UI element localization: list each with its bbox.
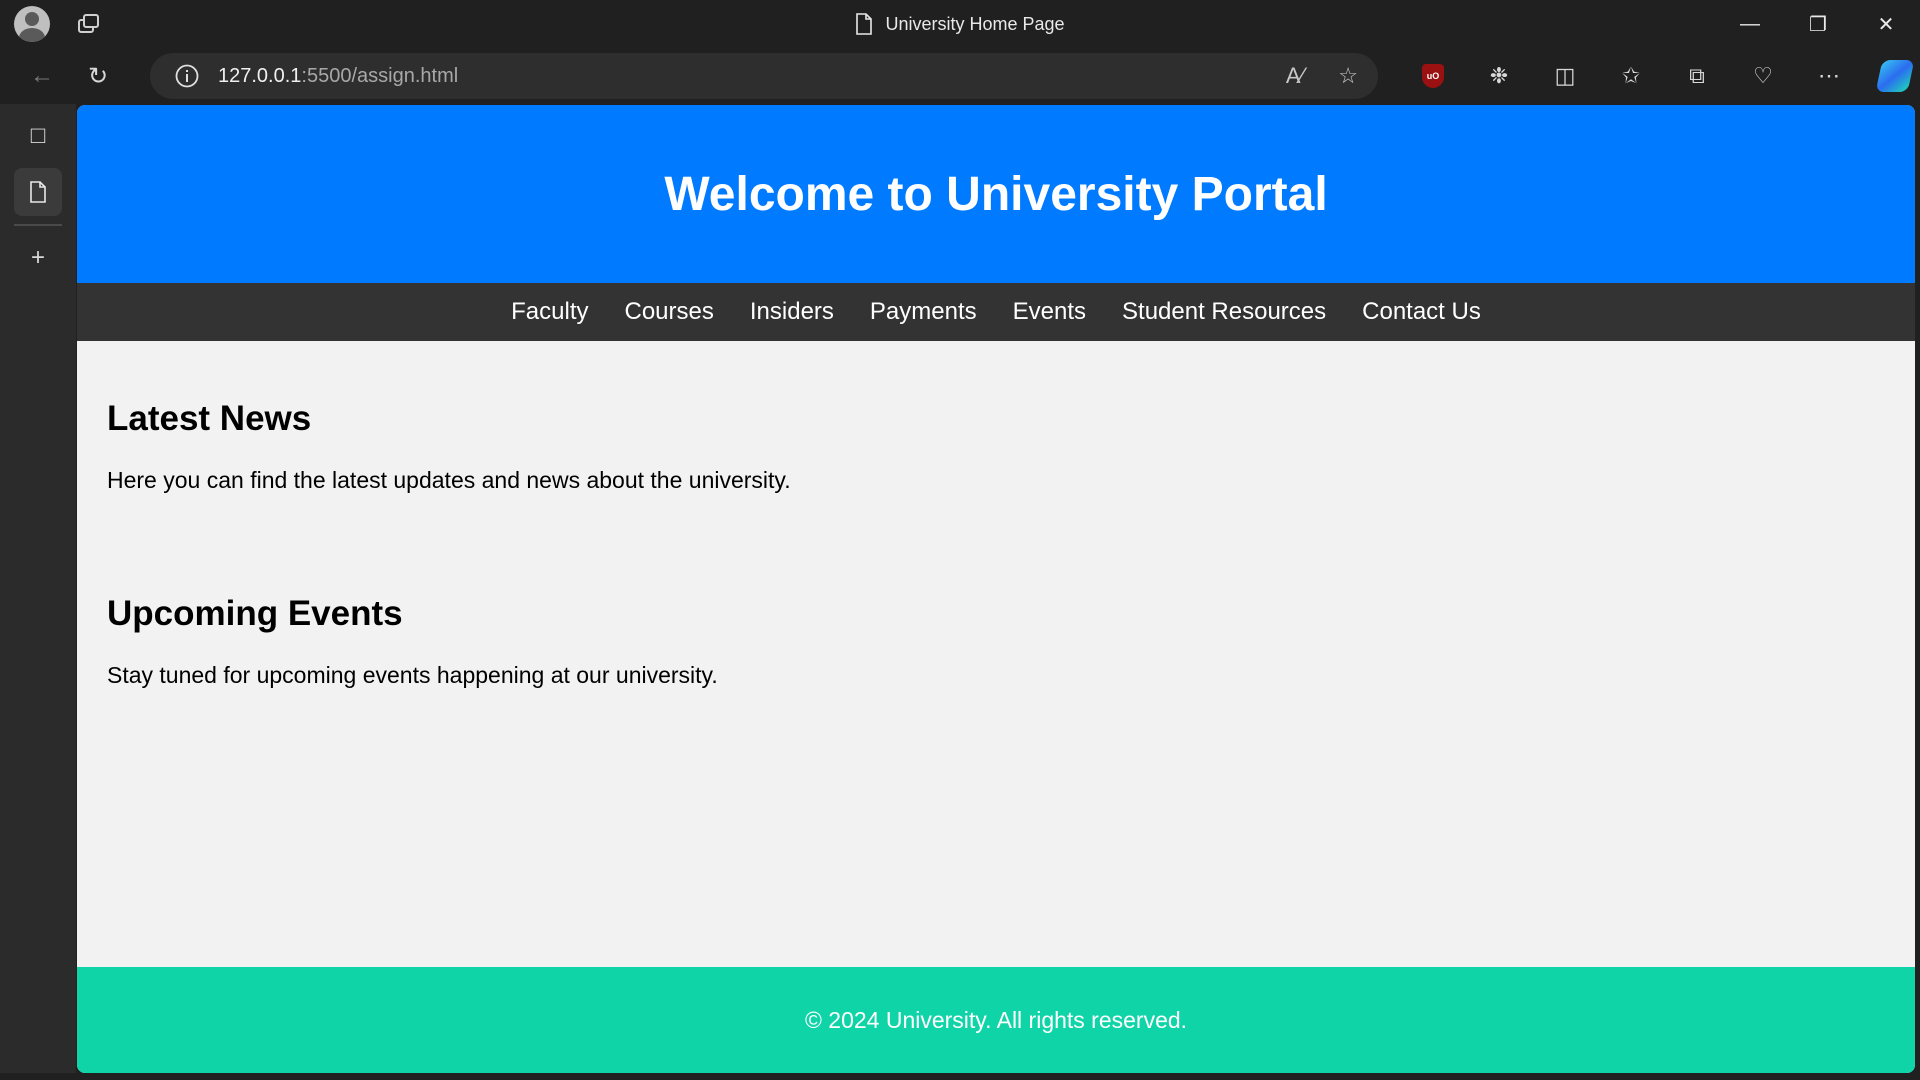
nav-link-student-resources[interactable]: Student Resources	[1104, 298, 1344, 326]
favorite-star-icon[interactable]: ☆	[1338, 63, 1358, 89]
section-heading: Upcoming Events	[107, 594, 403, 633]
browser-essentials-icon[interactable]: ♡	[1730, 48, 1796, 104]
minimize-button[interactable]: —	[1716, 0, 1784, 48]
close-button[interactable]: ✕	[1852, 0, 1920, 48]
upcoming-events-section: Upcoming Events Stay tuned for upcoming …	[107, 594, 1885, 689]
nav-link-insiders[interactable]: Insiders	[732, 298, 852, 326]
title-bar: University Home Page — ❐ ✕	[0, 0, 1920, 48]
address-bar[interactable]: 127.0.0.1:5500/assign.html A⁄ ☆	[150, 53, 1378, 99]
window-title: University Home Page	[0, 0, 1920, 48]
window-title-text: University Home Page	[885, 13, 1065, 34]
nav-link-faculty[interactable]: Faculty	[493, 298, 606, 326]
extensions-puzzle-icon[interactable]: ❉	[1466, 48, 1532, 104]
profile-avatar-icon[interactable]	[14, 6, 50, 42]
back-button[interactable]: ←	[16, 50, 68, 102]
latest-news-section: Latest News Here you can find the latest…	[107, 399, 1885, 494]
url-host: 127.0.0.1	[218, 64, 302, 87]
page-icon	[30, 181, 46, 203]
nav-link-payments[interactable]: Payments	[852, 298, 995, 326]
vertical-tabs-sidebar: □ +	[0, 104, 76, 1080]
page-icon	[856, 13, 873, 35]
copilot-icon[interactable]	[1862, 48, 1920, 104]
site-info-icon[interactable]	[174, 63, 200, 89]
page-viewport: Welcome to University Portal Faculty Cou…	[77, 105, 1915, 1073]
url-path: :5500/assign.html	[301, 64, 459, 87]
collections-icon[interactable]: ⧉	[1664, 48, 1730, 104]
nav-link-contact-us[interactable]: Contact Us	[1344, 298, 1499, 326]
nav-link-courses[interactable]: Courses	[607, 298, 732, 326]
main-content: Latest News Here you can find the latest…	[77, 341, 1915, 689]
more-menu-icon[interactable]: ⋯	[1796, 48, 1862, 104]
page-title: Welcome to University Portal	[664, 167, 1328, 221]
new-tab-plus-icon[interactable]: +	[14, 234, 62, 282]
tab-actions-icon[interactable]: □	[14, 112, 62, 160]
favorites-icon[interactable]: ✩	[1598, 48, 1664, 104]
sidebar-divider	[14, 224, 62, 226]
workspaces-icon[interactable]	[76, 11, 102, 37]
restore-button[interactable]: ❐	[1784, 0, 1852, 48]
section-text: Stay tuned for upcoming events happening…	[107, 662, 718, 688]
ublock-origin-icon[interactable]: uO	[1400, 48, 1466, 104]
footer-copyright: © 2024 University. All rights reserved.	[804, 1006, 1188, 1033]
read-aloud-icon[interactable]: A⁄	[1286, 63, 1304, 89]
section-heading: Latest News	[107, 399, 312, 438]
tab-university-home-page[interactable]	[14, 168, 62, 216]
split-screen-icon[interactable]: ◫	[1532, 48, 1598, 104]
window-bottom-edge	[0, 1073, 1920, 1080]
section-text: Here you can find the latest updates and…	[107, 467, 791, 493]
site-header: Welcome to University Portal	[77, 105, 1915, 283]
refresh-button[interactable]: ↻	[72, 50, 124, 102]
nav-link-events[interactable]: Events	[995, 298, 1104, 326]
site-nav: Faculty Courses Insiders Payments Events…	[77, 283, 1915, 341]
site-footer: © 2024 University. All rights reserved.	[77, 967, 1915, 1073]
browser-toolbar: ← ↻ 127.0.0.1:5500/assign.html A⁄ ☆ uO ❉…	[0, 48, 1920, 104]
